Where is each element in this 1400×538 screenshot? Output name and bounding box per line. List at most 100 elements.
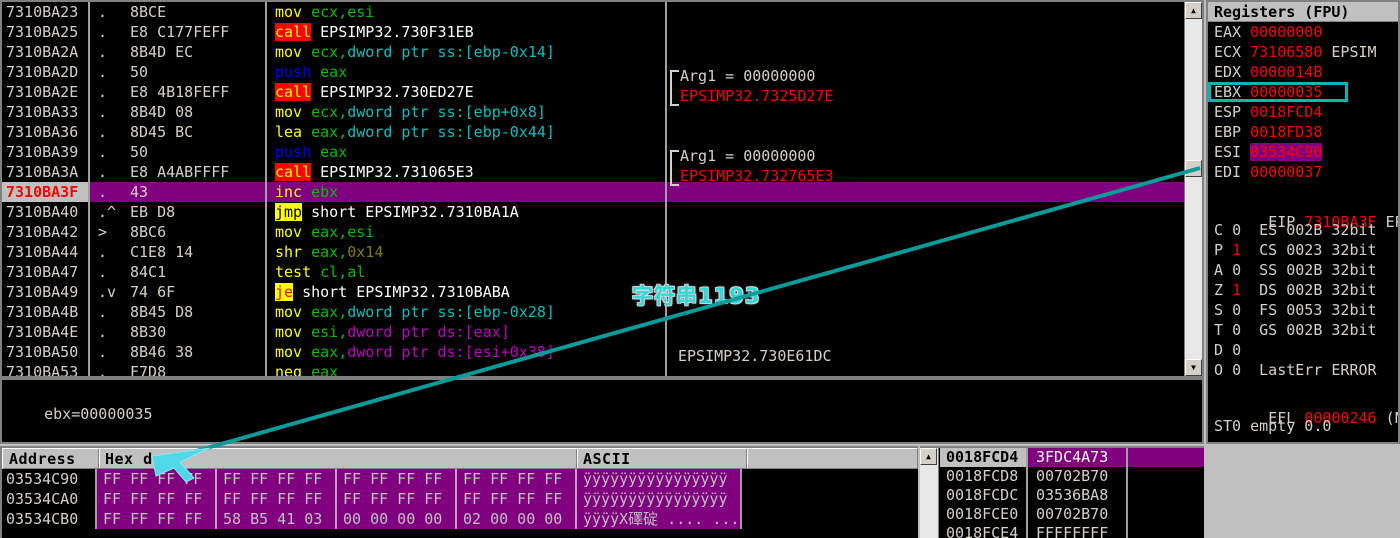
instruction-text[interactable]: jmp short EPSIMP32.7310BA1A <box>267 202 657 222</box>
segment-register[interactable]: ES 002B 32bit <box>1241 221 1376 239</box>
instruction-bytes[interactable]: 50 <box>130 142 265 162</box>
disassembly-row[interactable]: 7310BA39. 50 push eax <box>2 142 1202 162</box>
instruction-bytes[interactable]: C1E8 14 <box>130 242 265 262</box>
instruction-bytes[interactable]: 8BCE <box>130 2 265 22</box>
flag-row-d[interactable]: D 0 <box>1208 340 1398 360</box>
disassembly-row[interactable]: 7310BA4E. 8B30 mov esi,dword ptr ds:[eax] <box>2 322 1202 342</box>
dump-ascii[interactable]: ÿÿÿÿÿÿÿÿÿÿÿÿÿÿÿÿ <box>577 489 742 509</box>
register-ecx[interactable]: ECX 73106580 EPSIM <box>1208 42 1398 62</box>
instruction-text[interactable]: mov ecx,esi <box>267 2 657 22</box>
instruction-text[interactable]: call EPSIMP32.730ED27E <box>267 82 657 102</box>
dump-scrollbar[interactable]: ▲ <box>920 448 939 538</box>
dump-scroll-up-button[interactable]: ▲ <box>920 448 937 465</box>
instruction-bytes[interactable]: 8B30 <box>130 322 265 342</box>
register-eax[interactable]: EAX 00000000 <box>1208 22 1398 42</box>
dump-address[interactable]: 03534C90 <box>2 469 97 489</box>
register-value[interactable]: 0000014B <box>1250 63 1322 81</box>
disassembly-row[interactable]: 7310BA44. C1E8 14 shr eax,0x14 <box>2 242 1202 262</box>
register-ebx[interactable]: EBX 00000035 <box>1208 82 1398 102</box>
instruction-bytes[interactable]: E8 C177FEFF <box>130 22 265 42</box>
dump-byte-group[interactable]: FF FF FF FF <box>97 509 217 529</box>
dump-ascii[interactable]: ÿÿÿÿÿÿÿÿÿÿÿÿÿÿÿÿ <box>577 469 742 489</box>
flag-value[interactable]: 0 <box>1232 321 1241 339</box>
register-value[interactable]: 00000037 <box>1250 163 1322 181</box>
instruction-text[interactable]: mov esi,dword ptr ds:[eax] <box>267 322 657 342</box>
instruction-text[interactable]: mov ecx,dword ptr ss:[ebp+0x8] <box>267 102 657 122</box>
instruction-text[interactable]: shr eax,0x14 <box>267 242 657 262</box>
hex-dump-panel[interactable]: Address Hex dump ASCII 03534C90 FF FF FF … <box>0 446 918 538</box>
register-eip[interactable]: EIP 7310BA3F EPSIM <box>1208 192 1398 231</box>
disassembly-row[interactable]: 7310BA2A. 8B4D EC mov ecx,dword ptr ss:[eb… <box>2 42 1202 62</box>
dump-byte-group[interactable]: FF FF FF FF <box>217 489 337 509</box>
segment-register[interactable]: LastErr ERROR <box>1241 361 1376 379</box>
stack-value[interactable]: 00702B70 <box>1028 505 1128 524</box>
hex-dump-row[interactable]: 03534CA0 FF FF FF FF FF FF FF FF FF FF FF F… <box>2 489 918 509</box>
disassembly-row[interactable]: 7310BA40 .^ EB D8 jmp short EPSIMP32.7310BA… <box>2 202 1202 222</box>
instruction-bytes[interactable]: 8B45 D8 <box>130 302 265 322</box>
dump-byte-group[interactable]: FF FF FF FF <box>97 489 217 509</box>
instruction-address[interactable]: 7310BA3F <box>2 182 90 202</box>
dump-ascii[interactable]: ÿÿÿÿX礋碇 .... ... <box>577 509 742 529</box>
flag-value[interactable]: 0 <box>1232 341 1241 359</box>
dump-byte-group[interactable]: FF FF FF FF <box>457 469 577 489</box>
instruction-address[interactable]: 7310BA49 <box>2 282 90 302</box>
instruction-text[interactable]: mov eax,esi <box>267 222 657 242</box>
dump-address[interactable]: 03534CA0 <box>2 489 97 509</box>
flag-row-o[interactable]: O 0 LastErr ERROR <box>1208 360 1398 380</box>
disassembly-row[interactable]: 7310BA3A. E8 A4ABFFFF call EPSIMP32.731065… <box>2 162 1202 182</box>
segment-register[interactable]: GS 002B 32bit <box>1241 321 1376 339</box>
dump-byte-group[interactable]: 58 B5 41 03 <box>217 509 337 529</box>
instruction-bytes[interactable]: 8B4D EC <box>130 42 265 62</box>
stack-rows[interactable]: 0018FCD4 3FDC4A73 0018FCD8 00702B70 0018FCDC… <box>940 448 1204 538</box>
disassembly-row[interactable]: 7310BA2D. 50 push eax <box>2 62 1202 82</box>
flag-row-t[interactable]: T 0 GS 002B 32bit <box>1208 320 1398 340</box>
register-esp[interactable]: ESP 0018FCD4 <box>1208 102 1398 122</box>
instruction-text[interactable]: test cl,al <box>267 262 657 282</box>
instruction-address[interactable]: 7310BA23 <box>2 2 90 22</box>
instruction-address[interactable]: 7310BA53 <box>2 362 90 376</box>
register-value[interactable]: 00000000 <box>1250 23 1322 41</box>
stack-row[interactable]: 0018FCD4 3FDC4A73 <box>940 448 1204 467</box>
disassembly-row[interactable]: 7310BA23. 8BCE mov ecx,esi <box>2 2 1202 22</box>
disassembly-row[interactable]: 7310BA50. 8B46 38 mov eax,dword ptr ds:[es… <box>2 342 1202 362</box>
instruction-bytes[interactable]: E8 A4ABFFFF <box>130 162 265 182</box>
flag-value[interactable]: 0 <box>1232 221 1241 239</box>
disassembly-panel[interactable]: 7310BA23. 8BCE mov ecx,esi 7310BA25. E8 C177… <box>0 0 1204 378</box>
hex-dump-header[interactable]: Address Hex dump ASCII <box>2 448 918 469</box>
disassembly-row[interactable]: 7310BA42 >8BC6 mov eax,esi <box>2 222 1202 242</box>
instruction-bytes[interactable]: 8B4D 08 <box>130 102 265 122</box>
flag-row-a[interactable]: A 0 SS 002B 32bit <box>1208 260 1398 280</box>
instruction-address[interactable]: 7310BA2E <box>2 82 90 102</box>
instruction-bytes[interactable]: 43 <box>130 182 265 202</box>
flag-row-p[interactable]: P 1 CS 0023 32bit <box>1208 240 1398 260</box>
instruction-address[interactable]: 7310BA3A <box>2 162 90 182</box>
scroll-up-button[interactable]: ▲ <box>1185 2 1202 19</box>
flag-value[interactable]: 0 <box>1232 301 1241 319</box>
instruction-text[interactable]: inc ebx <box>267 182 657 202</box>
instruction-bytes[interactable]: EB D8 <box>130 202 265 222</box>
instruction-text[interactable]: call EPSIMP32.730F31EB <box>267 22 657 42</box>
stack-row[interactable]: 0018FCD8 00702B70 <box>940 467 1204 486</box>
stack-address[interactable]: 0018FCD8 <box>940 467 1028 486</box>
instruction-text[interactable]: mov eax,dword ptr ss:[ebp-0x28] <box>267 302 657 322</box>
disassembly-row[interactable]: 7310BA2E. E8 4B18FEFF call EPSIMP32.730ED2… <box>2 82 1202 102</box>
stack-address[interactable]: 0018FCDC <box>940 486 1028 505</box>
scroll-down-button[interactable]: ▼ <box>1185 359 1202 376</box>
register-edi[interactable]: EDI 00000037 <box>1208 162 1398 182</box>
dump-col-address[interactable]: Address <box>3 449 98 468</box>
instruction-address[interactable]: 7310BA2D <box>2 62 90 82</box>
register-value[interactable]: 0018FD38 <box>1250 123 1322 141</box>
segment-register[interactable]: FS 0053 32bit <box>1241 301 1376 319</box>
instruction-address[interactable]: 7310BA25 <box>2 22 90 42</box>
instruction-text[interactable]: call EPSIMP32.731065E3 <box>267 162 657 182</box>
instruction-text[interactable]: mov ecx,dword ptr ss:[ebp-0x14] <box>267 42 657 62</box>
disassembly-row[interactable]: 7310BA47. 84C1 test cl,al <box>2 262 1202 282</box>
dump-col-ascii[interactable]: ASCII <box>576 449 746 468</box>
instruction-text[interactable]: lea eax,dword ptr ss:[ebp-0x44] <box>267 122 657 142</box>
instruction-address[interactable]: 7310BA50 <box>2 342 90 362</box>
stack-address[interactable]: 0018FCE4 <box>940 524 1028 538</box>
instruction-bytes[interactable]: 8D45 BC <box>130 122 265 142</box>
dump-byte-group[interactable]: 02 00 00 00 <box>457 509 577 529</box>
dump-byte-group[interactable]: 00 00 00 00 <box>337 509 457 529</box>
instruction-bytes[interactable]: E8 4B18FEFF <box>130 82 265 102</box>
